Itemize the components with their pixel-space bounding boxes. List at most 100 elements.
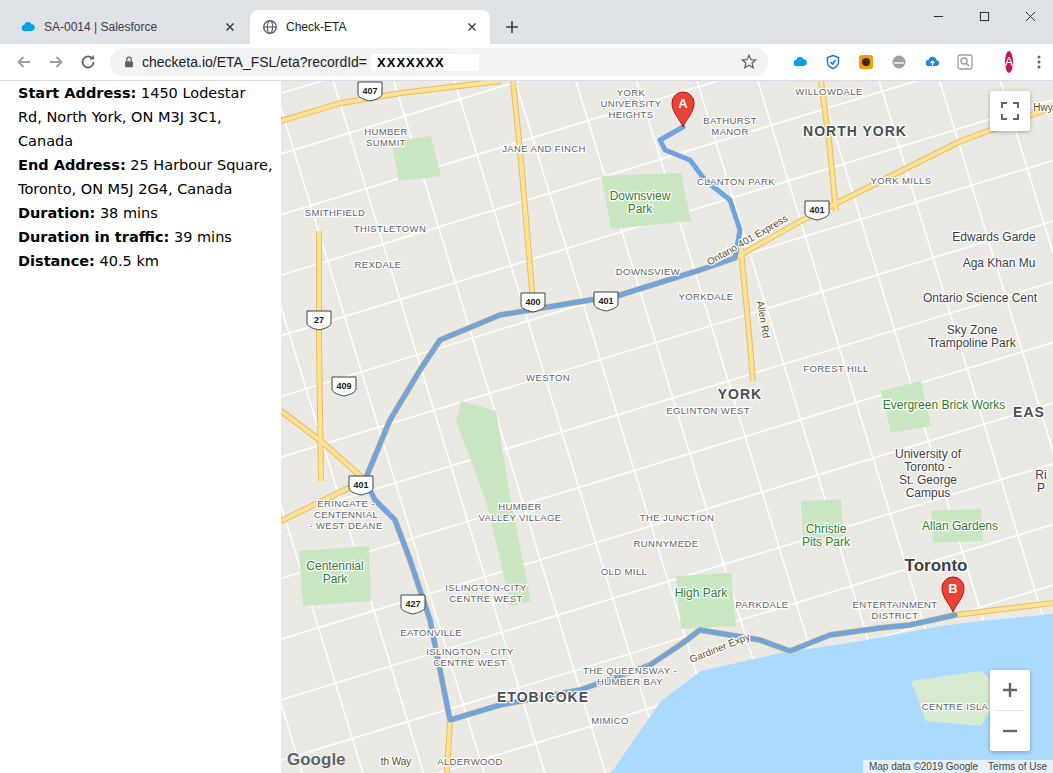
orange-extension-icon[interactable] (858, 54, 874, 70)
park-area (601, 173, 691, 229)
cloud-upload-icon[interactable] (924, 54, 940, 70)
map-label: Allan Gardens (922, 519, 998, 533)
map-label: WILLOWDALE (795, 86, 862, 97)
map-label: YORKDALE (679, 291, 734, 302)
terms-link[interactable]: Terms of Use (988, 760, 1047, 773)
tab-strip: SA-0014 | Salesforce Check-ETA (0, 0, 1053, 44)
new-tab-icon[interactable] (502, 17, 522, 37)
map[interactable]: 40740140040127409401427WILLOWDALEYORKUNI… (281, 81, 1053, 773)
back-arrow-icon[interactable] (14, 52, 34, 72)
redacted-id: XXXXXXX (371, 54, 479, 71)
svg-text:401: 401 (598, 296, 613, 306)
extensions (792, 54, 973, 70)
map-canvas[interactable]: 40740140040127409401427WILLOWDALEYORKUNI… (281, 81, 1053, 773)
map-label: MIMICO (591, 715, 629, 726)
profile-avatar[interactable]: A (1005, 51, 1013, 73)
trip-field: Duration in traffic: 39 mins (18, 225, 273, 249)
trip-field: Duration: 38 mins (18, 201, 273, 225)
map-label: CentennialPark (306, 559, 363, 586)
map-label: Toronto (905, 556, 968, 575)
forward-arrow-icon[interactable] (46, 52, 66, 72)
bookmark-star-icon[interactable] (740, 53, 758, 71)
reload-icon[interactable] (78, 52, 98, 72)
map-marker[interactable]: B (942, 577, 964, 612)
map-label: Ontario Science Cent (923, 291, 1038, 305)
map-label: WESTON (526, 372, 570, 383)
map-label: EATONVILLE (400, 627, 462, 638)
map-label: YORKUNIVERSITYHEIGHTS (600, 87, 661, 120)
highway-shield: 400 (521, 293, 545, 312)
map-label: DOWNSVIEW (616, 266, 680, 277)
globe-icon (262, 19, 278, 35)
address-bar[interactable]: checketa.io/ETA_FSL/eta?recordId=XXXXXXX (110, 48, 768, 76)
minimize-icon (933, 11, 944, 22)
zoom-in-button[interactable] (990, 670, 1030, 710)
trip-field: End Address: 25 Harbour Square, Toronto,… (18, 153, 273, 201)
map-label: Ontario 401 Express (705, 212, 789, 267)
plus-icon (1001, 681, 1019, 699)
url-text: checketa.io/ETA_FSL/eta?recordId= (142, 54, 367, 70)
maximize-icon (979, 11, 990, 22)
map-label: NORTH YORK (803, 123, 907, 139)
salesforce-extension-icon[interactable] (792, 54, 808, 70)
svg-text:A: A (678, 96, 688, 111)
map-label: RiP (1035, 468, 1046, 495)
highway-shield: 427 (401, 595, 425, 614)
fullscreen-button[interactable] (990, 91, 1030, 131)
google-logo: Google (287, 750, 346, 770)
map-label: THISTLETOWN (354, 223, 426, 234)
map-label: ISLINGTON - CITYCENTRE WEST (426, 646, 514, 668)
shield-extension-icon[interactable] (825, 54, 841, 70)
lock-icon (122, 55, 136, 69)
browser-tab[interactable]: SA-0014 | Salesforce (8, 10, 248, 44)
map-label: FOREST HILL (803, 363, 868, 374)
fullscreen-icon (1001, 102, 1019, 120)
zoom-out-button[interactable] (990, 711, 1030, 751)
close-tab-icon[interactable] (222, 19, 238, 35)
close-tab-icon[interactable] (464, 19, 480, 35)
route-line (365, 127, 955, 720)
highway-shield: 401 (349, 476, 373, 495)
close-button[interactable] (1007, 0, 1053, 32)
map-label: RUNNYMEDE (634, 538, 699, 549)
map-label: ERINGATE -CENTENNIAL- WEST DEANE (309, 498, 382, 531)
svg-text:409: 409 (336, 381, 351, 391)
map-label: DownsviewPark (610, 189, 671, 216)
close-icon (1025, 11, 1036, 22)
map-label: OLD MILL (601, 566, 648, 577)
svg-text:27: 27 (314, 315, 324, 325)
highway-shield: 401 (594, 292, 618, 311)
map-label: YORK (718, 386, 762, 402)
browser-window: SA-0014 | Salesforce Check-ETA checketa.io… (0, 0, 1053, 773)
highway-shield: 409 (332, 377, 356, 396)
map-label: EAS (1013, 404, 1045, 420)
svg-text:B: B (948, 581, 957, 596)
map-marker[interactable]: A (672, 92, 694, 127)
map-label: BATHURSTMANOR (703, 115, 757, 137)
svg-text:427: 427 (405, 599, 420, 609)
map-label: University ofToronto -St. GeorgeCampus (895, 447, 962, 500)
zoom-extension-icon[interactable] (957, 54, 973, 70)
map-label: CENTRE ISLA (922, 701, 989, 712)
svg-text:401: 401 (809, 205, 824, 215)
minus-icon (1001, 722, 1019, 740)
map-label: HUMBERVALLEY VILLAGE (479, 501, 562, 523)
minimize-button[interactable] (915, 0, 961, 32)
maximize-button[interactable] (961, 0, 1007, 32)
gray-extension-icon[interactable] (891, 54, 907, 70)
map-label: YORK MILLS (870, 175, 931, 186)
field-label: Duration: (18, 205, 95, 221)
map-label: JANE AND FINCH (502, 143, 586, 154)
trip-field: Start Address: 1450 Lodestar Rd, North Y… (18, 81, 273, 153)
field-value: 39 mins (174, 229, 232, 245)
page-content: Start Address: 1450 Lodestar Rd, North Y… (0, 81, 1053, 773)
map-label: th Way (381, 756, 412, 767)
map-label: Hwy (1033, 102, 1052, 113)
highway-shield: 27 (307, 311, 331, 330)
menu-dots-icon[interactable] (1031, 54, 1047, 70)
map-attribution: Map data ©2019 GoogleTerms of Use (863, 760, 1053, 773)
park-area (676, 573, 736, 629)
tab-title: Check-ETA (286, 20, 456, 34)
browser-tab[interactable]: Check-ETA (250, 10, 490, 44)
map-label: Edwards Garde (952, 230, 1036, 244)
